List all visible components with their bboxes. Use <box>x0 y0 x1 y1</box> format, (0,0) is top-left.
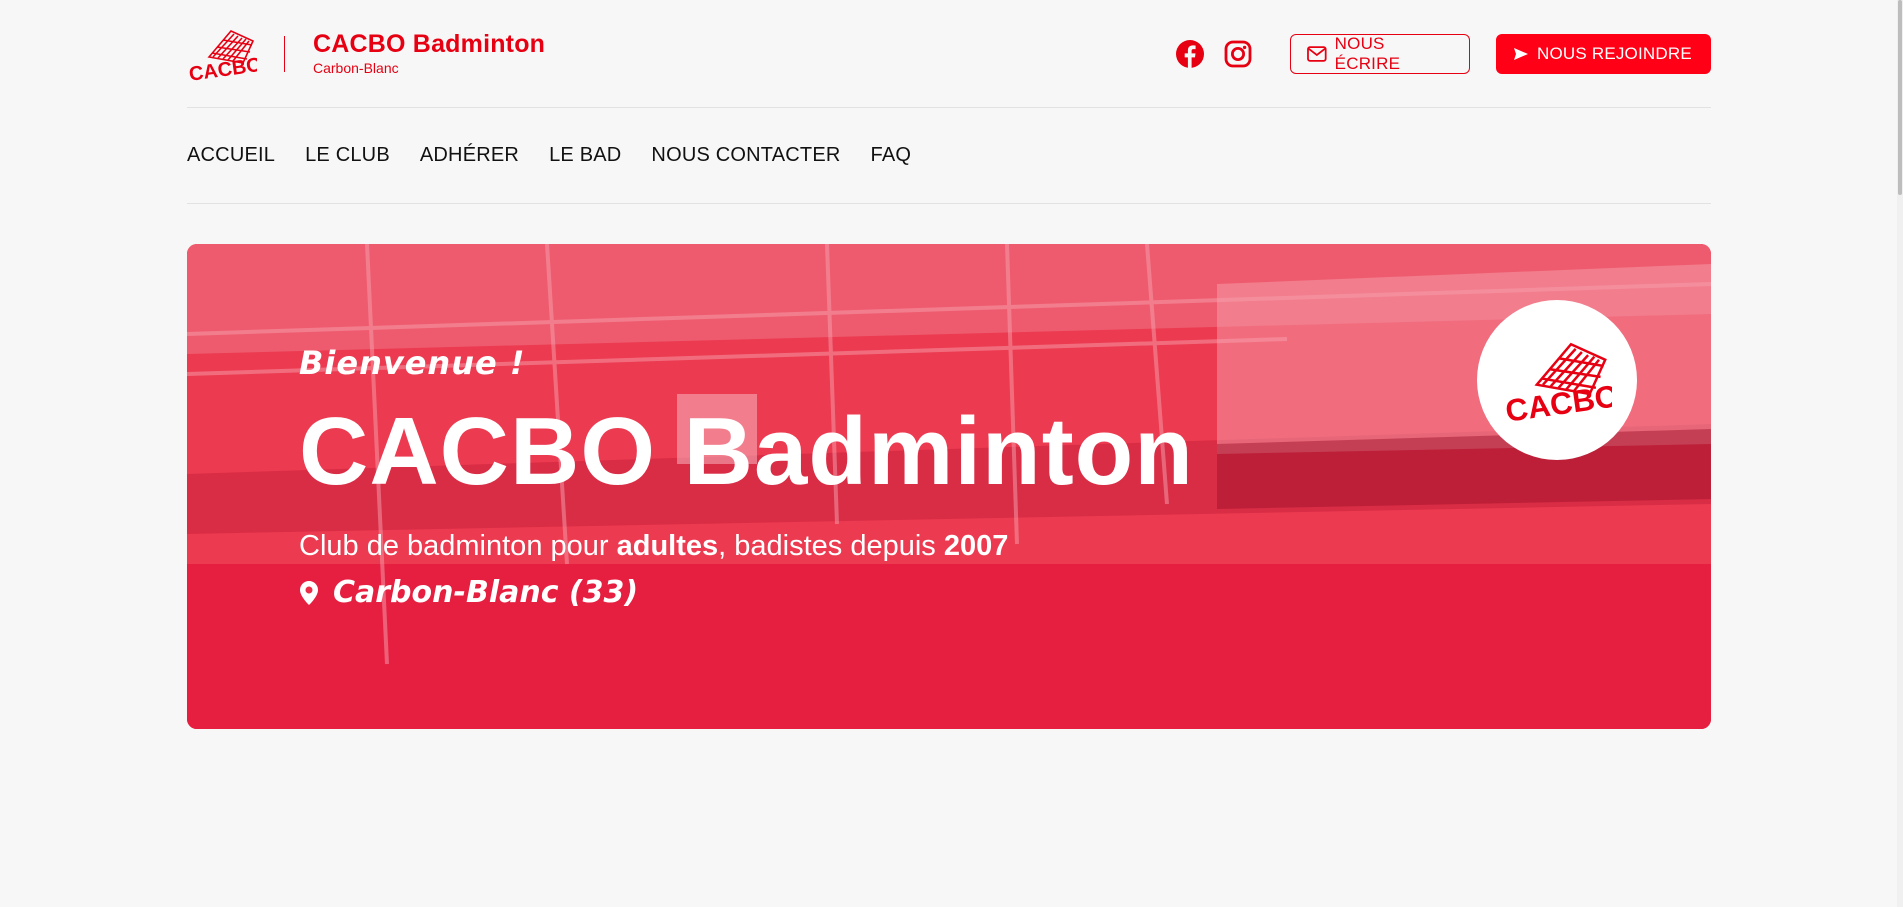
instagram-icon[interactable] <box>1223 39 1253 69</box>
svg-text:CACBO: CACBO <box>188 53 257 80</box>
join-us-button[interactable]: NOUS REJOINDRE <box>1496 33 1711 74</box>
brand-title: CACBO Badminton <box>313 30 546 59</box>
scrollbar-thumb[interactable] <box>1898 0 1902 195</box>
brand-text: CACBO Badminton Carbon-Blanc <box>313 31 545 76</box>
hero-content: Bienvenue ! CACBO Badminton Club de badm… <box>299 344 1194 610</box>
site-header: CACBO CACBO Badminton Carbon-Blanc NOUS … <box>187 0 1711 108</box>
join-us-label: NOUS REJOINDRE <box>1537 43 1692 63</box>
main-nav: ACCUEIL LE CLUB ADHÉRER LE BAD NOUS CONT… <box>187 108 1711 204</box>
nav-item-adherer[interactable]: ADHÉRER <box>420 144 519 167</box>
social-links <box>1175 39 1253 69</box>
brand[interactable]: CACBO CACBO Badminton Carbon-Blanc <box>187 27 545 81</box>
hero-location-text: Carbon-Blanc (33) <box>333 575 639 610</box>
hero-title: CACBO Badminton <box>299 398 1194 505</box>
nav-item-faq[interactable]: FAQ <box>871 144 912 167</box>
svg-text:CACBO: CACBO <box>1503 378 1612 422</box>
nav-item-le-club[interactable]: LE CLUB <box>305 144 390 167</box>
facebook-icon[interactable] <box>1175 39 1205 69</box>
write-us-label: NOUS ÉCRIRE <box>1334 33 1401 73</box>
write-us-button[interactable]: NOUS ÉCRIRE <box>1290 33 1470 74</box>
hero-desc-part2: , badistes depuis <box>718 530 944 562</box>
cacbo-badge-logo-icon: CACBO <box>1503 342 1612 422</box>
page-scrollbar[interactable] <box>1897 0 1903 907</box>
header-actions: NOUS ÉCRIRE NOUS REJOINDRE <box>1175 33 1711 74</box>
cacbo-logo-icon: CACBO <box>188 29 257 81</box>
brand-separator <box>284 35 285 72</box>
nav-item-accueil[interactable]: ACCUEIL <box>187 144 275 167</box>
hero-kicker: Bienvenue ! <box>299 344 526 382</box>
map-pin-icon <box>300 580 318 605</box>
hero-desc-part1: Club de badminton pour <box>299 530 617 562</box>
hero-logo-badge: CACBO <box>1477 300 1637 460</box>
hero-banner: Bienvenue ! CACBO Badminton Club de badm… <box>187 244 1711 729</box>
hero-desc-bold2: 2007 <box>943 530 1009 562</box>
brand-subtitle: Carbon-Blanc <box>313 59 399 76</box>
envelope-icon <box>1307 45 1327 62</box>
hero-description: Club de badminton pour adultes, badistes… <box>299 530 1194 563</box>
nav-item-le-bad[interactable]: LE BAD <box>549 144 621 167</box>
hero-location: Carbon-Blanc (33) <box>299 575 1194 610</box>
nav-item-nous-contacter[interactable]: NOUS CONTACTER <box>651 144 840 167</box>
hero-desc-bold1: adultes <box>616 530 719 562</box>
send-icon <box>1514 47 1528 60</box>
